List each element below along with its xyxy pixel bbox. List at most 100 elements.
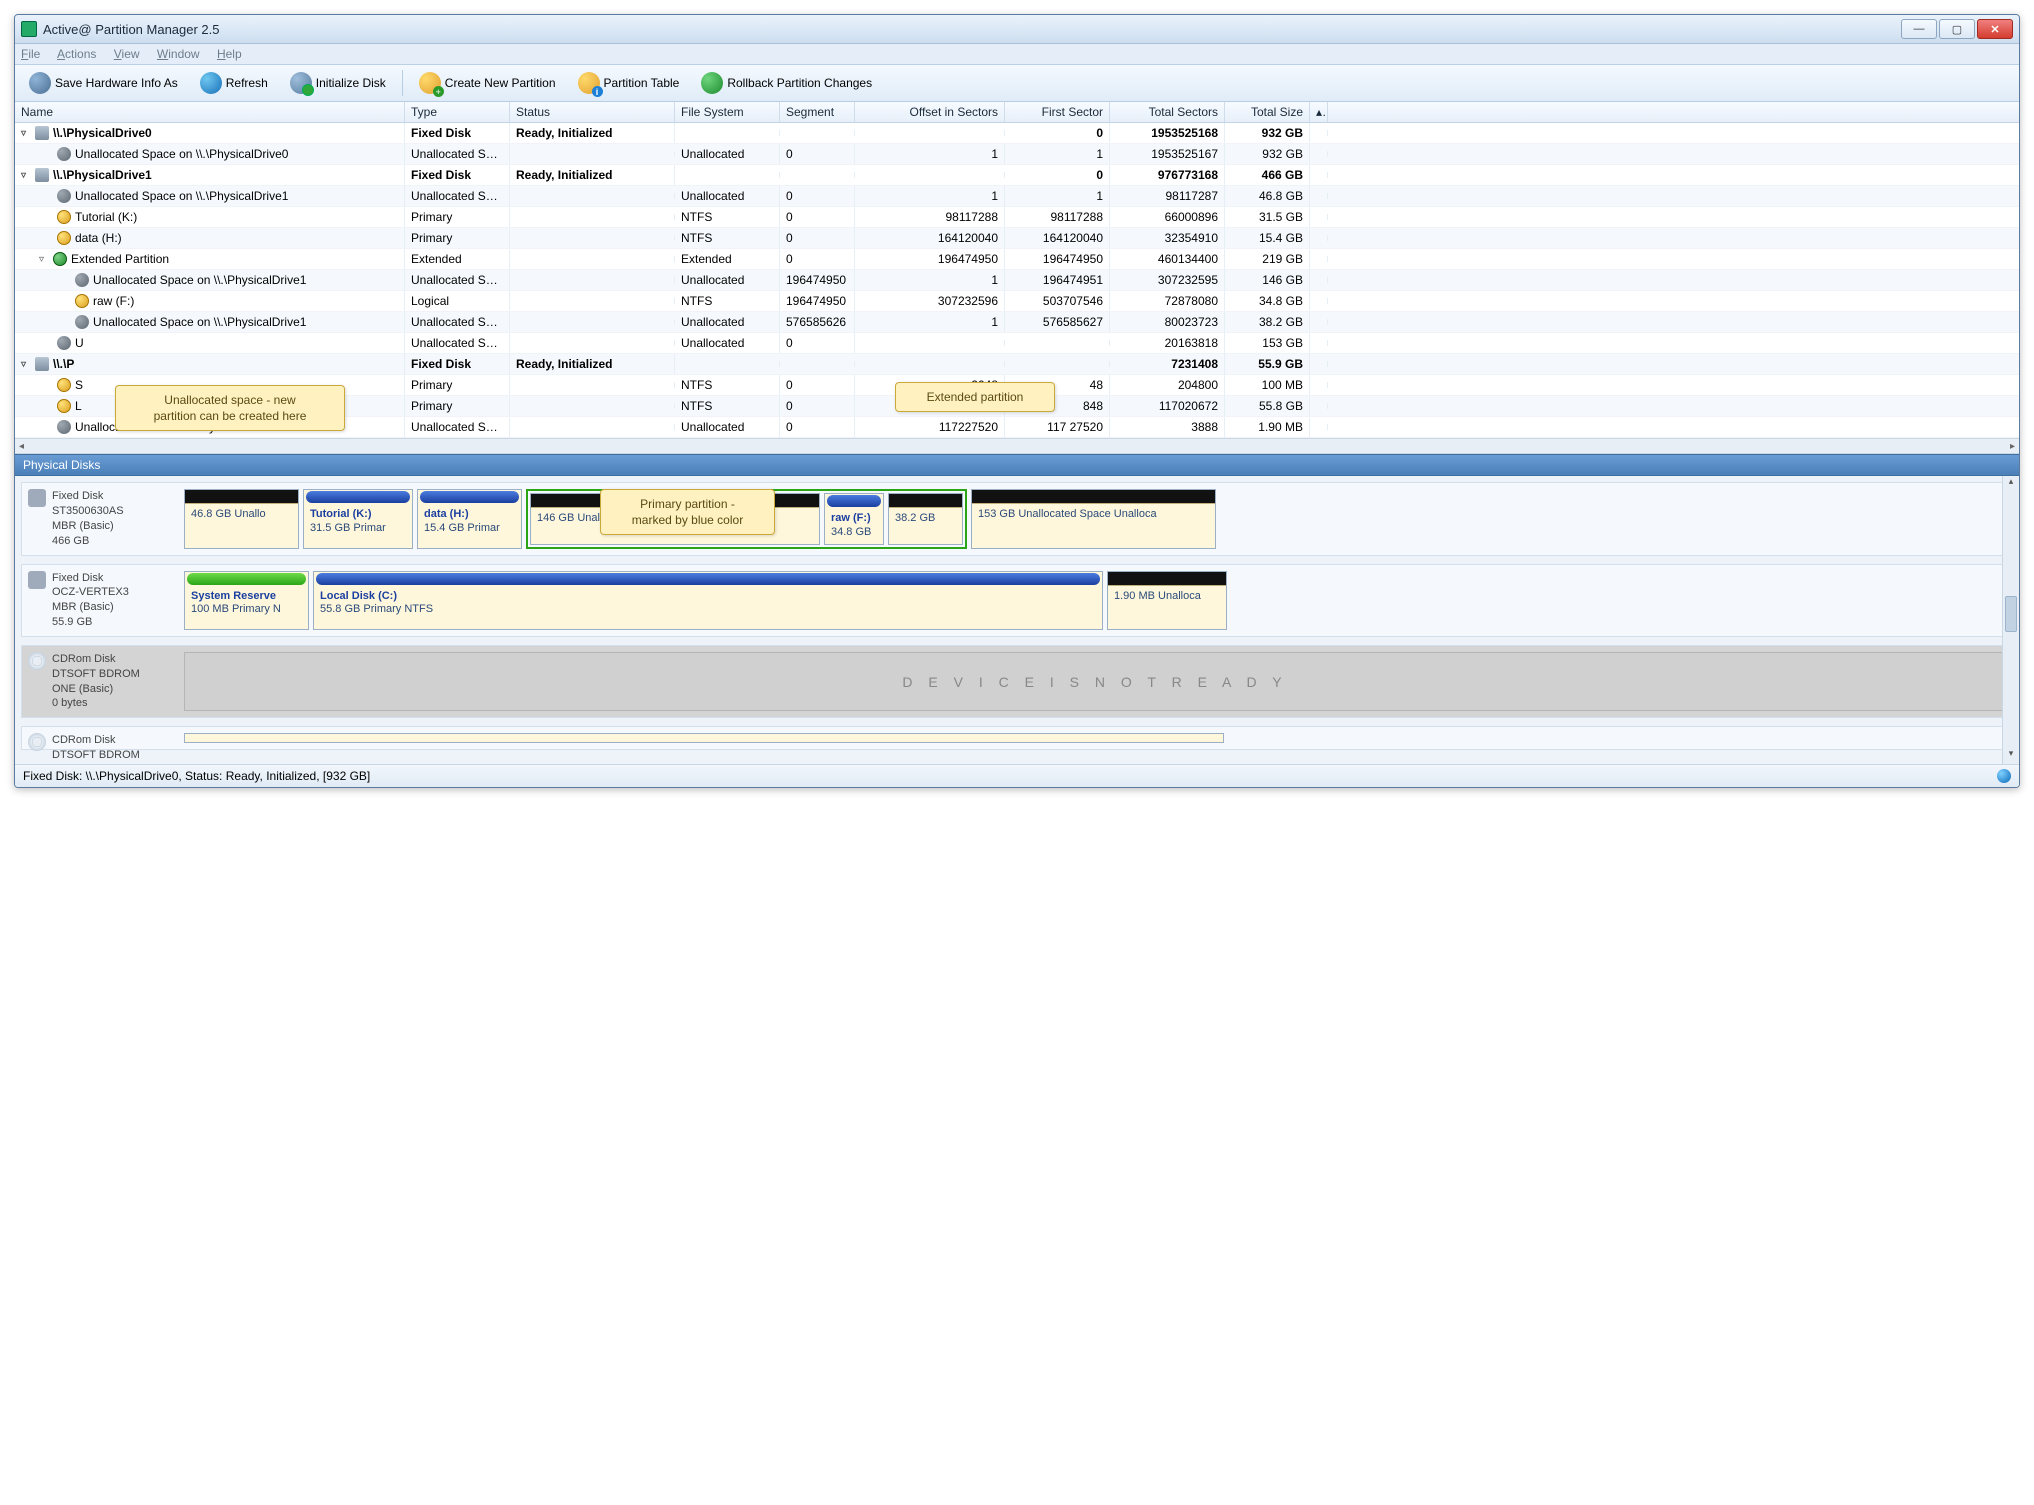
cell-seg: 196474950 xyxy=(780,291,855,311)
grid-row[interactable]: Unallocated Space on \\.\PhysicalDrive1U… xyxy=(15,270,2019,291)
row-name-text: Unallocated Space on \\.\PhysicalDrive1 xyxy=(93,273,306,287)
menu-window[interactable]: Window xyxy=(157,47,200,61)
grid-row[interactable]: data (H:)PrimaryNTFS01641200401641200403… xyxy=(15,228,2019,249)
initialize-label: Initialize Disk xyxy=(316,76,386,90)
cell-size: 932 GB xyxy=(1225,123,1310,143)
grid-row[interactable]: Unallocated Space on \\.\PhysicalDrive1U… xyxy=(15,186,2019,207)
unalloc-icon xyxy=(57,147,71,161)
cell-size: 146 GB xyxy=(1225,270,1310,290)
rollback-label: Rollback Partition Changes xyxy=(727,76,872,90)
partition-label: 46.8 GB Unallo xyxy=(185,504,298,526)
grid-row[interactable]: Unallocated Space on \\.\PhysicalDrive0U… xyxy=(15,144,2019,165)
rollback-button[interactable]: Rollback Partition Changes xyxy=(693,69,880,97)
scroll-left-icon[interactable]: ◂ xyxy=(19,441,24,452)
cell-fs: Unallocated xyxy=(675,186,780,206)
disk-map-area[interactable]: ▴ ▾ Fixed DiskST3500630ASMBR (Basic)466 … xyxy=(15,476,2019,764)
grid-row[interactable]: ▿Extended PartitionExtendedExtended01964… xyxy=(15,249,2019,270)
menu-file[interactable]: File xyxy=(21,47,40,61)
vertical-scrollbar[interactable]: ▴ ▾ xyxy=(2002,476,2019,764)
partition-box[interactable]: Local Disk (C:)55.8 GB Primary NTFS xyxy=(313,571,1103,630)
cell-name: ▿\\.\PhysicalDrive1 xyxy=(15,165,405,185)
partition-table-icon xyxy=(578,72,600,94)
initialize-disk-button[interactable]: Initialize Disk xyxy=(282,69,394,97)
create-partition-button[interactable]: Create New Partition xyxy=(411,69,564,97)
disk-map-row[interactable]: Fixed DiskST3500630ASMBR (Basic)466 GB46… xyxy=(21,482,2013,556)
disk-map-row[interactable]: CDRom DiskDTSOFT BDROMONE (Basic)0 bytes… xyxy=(21,645,2013,718)
scroll-right-icon[interactable]: ▸ xyxy=(2010,441,2015,452)
map-area: D E V I C E I S N O T R E A D Y xyxy=(184,652,2006,711)
cell-name: Unallocated Space on \\.\PhysicalDrive0 xyxy=(15,144,405,164)
tree-toggle-icon[interactable]: ▿ xyxy=(21,170,31,181)
col-status[interactable]: Status xyxy=(510,102,675,122)
partition-box[interactable] xyxy=(184,733,1224,743)
grid-row[interactable]: ▿\\.\PFixed DiskReady, Initialized723140… xyxy=(15,354,2019,375)
partition-box[interactable]: Tutorial (K:)31.5 GB Primar xyxy=(303,489,413,549)
grid-row[interactable]: raw (F:)LogicalNTFS196474950307232596503… xyxy=(15,291,2019,312)
cell-sectors: 117020672 xyxy=(1110,396,1225,416)
cell-status xyxy=(510,214,675,220)
maximize-button[interactable]: ▢ xyxy=(1939,19,1975,39)
col-offset[interactable]: Offset in Sectors xyxy=(855,102,1005,122)
cell-size: 219 GB xyxy=(1225,249,1310,269)
partition-box[interactable]: data (H:)15.4 GB Primar xyxy=(417,489,522,549)
partition-box[interactable]: 46.8 GB Unallo xyxy=(184,489,299,549)
cell-seg xyxy=(780,130,855,136)
menu-view[interactable]: View xyxy=(114,47,140,61)
disk-meta: Fixed DiskOCZ-VERTEX3MBR (Basic)55.9 GB xyxy=(28,571,178,630)
scroll-down-icon[interactable]: ▾ xyxy=(2003,748,2019,764)
minimize-button[interactable]: — xyxy=(1901,19,1937,39)
tree-toggle-icon[interactable]: ▿ xyxy=(21,359,31,370)
partition-label: data (H:)15.4 GB Primar xyxy=(418,504,521,540)
col-segment[interactable]: Segment xyxy=(780,102,855,122)
refresh-button[interactable]: Refresh xyxy=(192,69,276,97)
row-name-text: \\.\P xyxy=(53,357,74,371)
partition-box[interactable]: 38.2 GB xyxy=(888,493,963,545)
cell-fs: Unallocated xyxy=(675,417,780,437)
close-button[interactable]: ✕ xyxy=(1977,19,2013,39)
horizontal-scrollbar[interactable]: ◂ ▸ xyxy=(15,438,2019,454)
save-hardware-info-button[interactable]: Save Hardware Info As xyxy=(21,69,186,97)
partition-box[interactable]: System Reserve100 MB Primary N xyxy=(184,571,309,630)
cell-name: Unallocated Space on \\.\PhysicalDrive1 xyxy=(15,312,405,332)
cell-type: Primary xyxy=(405,396,510,416)
grid-row[interactable]: Tutorial (K:)PrimaryNTFS0981172889811728… xyxy=(15,207,2019,228)
tree-toggle-icon[interactable]: ▿ xyxy=(21,128,31,139)
grid-row[interactable]: UUnallocated SpaceUnallocated02016381815… xyxy=(15,333,2019,354)
physical-disks-header: Physical Disks xyxy=(15,454,2019,476)
grid-row[interactable]: Unallocated Space on \\.\PhysicalDrive1U… xyxy=(15,312,2019,333)
col-type[interactable]: Type xyxy=(405,102,510,122)
col-first-sector[interactable]: First Sector xyxy=(1005,102,1110,122)
globe-icon[interactable] xyxy=(1997,769,2011,783)
col-filesystem[interactable]: File System xyxy=(675,102,780,122)
disk-map-row[interactable]: CDRom DiskDTSOFT BDROM xyxy=(21,726,2013,750)
menu-help[interactable]: Help xyxy=(217,47,242,61)
scroll-up-icon[interactable]: ▴ xyxy=(2003,476,2019,492)
cell-sectors: 20163818 xyxy=(1110,333,1225,353)
status-text: Fixed Disk: \\.\PhysicalDrive0, Status: … xyxy=(23,769,370,783)
col-total-sectors[interactable]: Total Sectors xyxy=(1110,102,1225,122)
content: Name Type Status File System Segment Off… xyxy=(15,102,2019,787)
cell-first: 117 27520 xyxy=(1005,417,1110,437)
partition-box[interactable]: 153 GB Unallocated Space Unalloca xyxy=(971,489,1216,549)
cell-sectors: 32354910 xyxy=(1110,228,1225,248)
partition-box[interactable]: 1.90 MB Unalloca xyxy=(1107,571,1227,630)
cell-size: 55.9 GB xyxy=(1225,354,1310,374)
cell-sectors: 80023723 xyxy=(1110,312,1225,332)
partition-table-button[interactable]: Partition Table xyxy=(570,69,688,97)
scroll-thumb[interactable] xyxy=(2005,596,2017,632)
cell-size: 38.2 GB xyxy=(1225,312,1310,332)
cell-seg: 196474950 xyxy=(780,270,855,290)
grid-row[interactable]: ▿\\.\PhysicalDrive1Fixed DiskReady, Init… xyxy=(15,165,2019,186)
partition-bar xyxy=(316,573,1100,585)
grid-row[interactable]: ▿\\.\PhysicalDrive0Fixed DiskReady, Init… xyxy=(15,123,2019,144)
row-name-text: Tutorial (K:) xyxy=(75,210,137,224)
tree-toggle-icon[interactable]: ▿ xyxy=(39,254,49,265)
col-total-size[interactable]: Total Size xyxy=(1225,102,1310,122)
hdd-icon xyxy=(28,571,46,589)
partition-box[interactable]: raw (F:)34.8 GB xyxy=(824,493,884,545)
disk-map-row[interactable]: Fixed DiskOCZ-VERTEX3MBR (Basic)55.9 GBS… xyxy=(21,564,2013,637)
menu-actions[interactable]: Actions xyxy=(57,47,96,61)
disk-icon xyxy=(35,357,49,371)
col-name[interactable]: Name xyxy=(15,102,405,122)
titlebar[interactable]: Active@ Partition Manager 2.5 — ▢ ✕ xyxy=(15,15,2019,44)
